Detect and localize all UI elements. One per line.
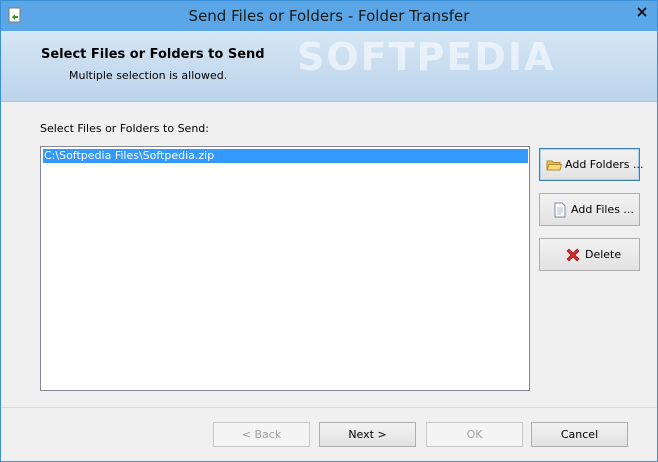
watermark: SOFTPEDIA [297, 35, 556, 79]
window-title: Send Files or Folders - Folder Transfer [188, 7, 470, 25]
title-bar[interactable]: Send Files or Folders - Folder Transfer [1, 1, 657, 31]
file-icon [554, 202, 566, 218]
add-files-button[interactable]: Add Files ... [539, 193, 640, 226]
add-folders-button[interactable]: Add Folders ... [539, 148, 644, 181]
add-files-label: Add Files ... [571, 203, 634, 216]
delete-label: Delete [585, 248, 622, 261]
ok-button[interactable]: OK [426, 422, 523, 447]
files-listbox[interactable]: C:\Softpedia Files\Softpedia.zip [40, 146, 530, 391]
folder-icon [546, 160, 562, 171]
wizard-header: SOFTPEDIA Select Files or Folders to Sen… [1, 31, 657, 102]
back-button[interactable]: < Back [213, 422, 310, 447]
delete-icon [566, 248, 580, 262]
close-button[interactable] [627, 1, 657, 23]
list-label: Select Files or Folders to Send: [40, 122, 209, 135]
next-button[interactable]: Next > [319, 422, 416, 447]
close-icon [637, 7, 647, 17]
header-subtitle: Multiple selection is allowed. [69, 69, 228, 82]
cancel-button[interactable]: Cancel [531, 422, 628, 447]
add-folders-label: Add Folders ... [565, 158, 644, 171]
list-item[interactable]: C:\Softpedia Files\Softpedia.zip [43, 149, 528, 163]
delete-button[interactable]: Delete [539, 238, 640, 271]
header-title: Select Files or Folders to Send [41, 47, 265, 62]
footer-divider [1, 407, 657, 408]
folder-transfer-window: Send Files or Folders - Folder Transfer … [0, 0, 658, 462]
